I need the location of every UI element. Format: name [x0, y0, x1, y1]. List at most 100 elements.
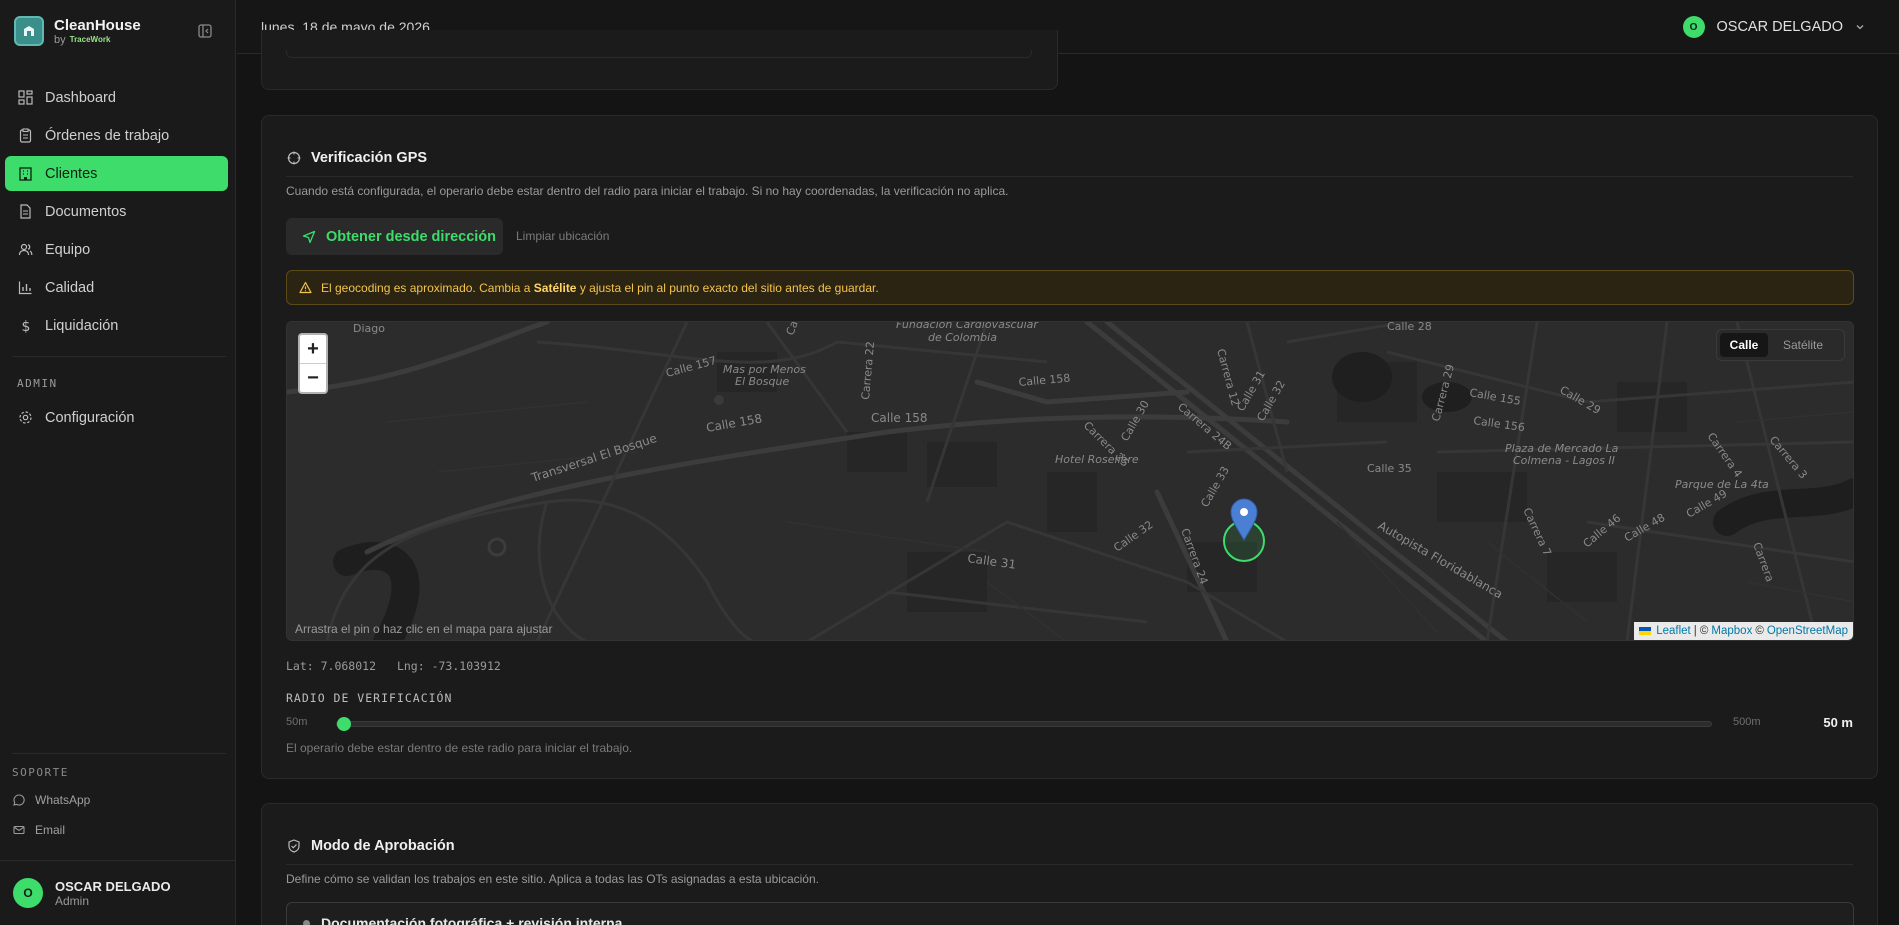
location-map[interactable]: Fundación Cardiovascular de Colombia Mas… [286, 321, 1854, 641]
user-name: OSCAR DELGADO [1716, 19, 1844, 35]
dashboard-icon [17, 90, 33, 106]
chevron-down-icon [1856, 25, 1864, 30]
user-role: Admin [55, 893, 90, 908]
nav-item-clientes[interactable]: Clientes [5, 156, 228, 191]
avatar: O [1682, 16, 1705, 38]
warning-icon [299, 281, 313, 295]
nav-label: Calidad [45, 279, 95, 296]
nav-label: Órdenes de trabajo [45, 127, 170, 144]
attrib-sep: © [1755, 625, 1764, 637]
support-section: SOPORTE WhatsApp Email [12, 766, 90, 851]
card-divider [286, 864, 1853, 865]
mapbox-link[interactable]: Mapbox [1711, 625, 1752, 637]
leaflet-link[interactable]: Leaflet [1656, 625, 1691, 637]
brand[interactable]: CleanHouse by TraceWork [14, 14, 224, 48]
radius-slider-thumb[interactable] [337, 717, 351, 731]
support-divider [12, 753, 226, 754]
approval-option[interactable]: Documentación fotográfica + revisión int… [286, 902, 1854, 925]
layer-street-option[interactable]: Calle [1720, 333, 1768, 357]
nav-divider [12, 356, 226, 357]
gear-icon [17, 410, 33, 426]
brand-name: CleanHouse [54, 16, 141, 34]
user-name: OSCAR DELGADO [55, 878, 171, 894]
nav-label: Configuración [45, 409, 135, 426]
radius-value: 50 m [1823, 715, 1853, 730]
approval-title: Modo de Aprobación [311, 838, 455, 854]
nav-item-calidad[interactable]: Calidad [5, 270, 228, 305]
avatar: O [13, 878, 43, 908]
alert-text-2: y ajusta el pin al punto exacto del siti… [576, 280, 879, 295]
nav-item-dashboard[interactable]: Dashboard [5, 80, 228, 115]
alert-text-bold: Satélite [533, 280, 577, 295]
support-email-link[interactable]: Email [12, 821, 90, 839]
brand-by-label: by [54, 33, 66, 46]
previous-card-field [286, 50, 1032, 58]
nav-label: Equipo [45, 241, 91, 258]
zoom-in-button[interactable]: + [300, 335, 326, 364]
user-menu[interactable]: O OSCAR DELGADO [1682, 16, 1866, 38]
map-layer-toggle: Calle Satélite [1716, 329, 1845, 361]
document-icon [17, 204, 33, 220]
nav-item-liquidacion[interactable]: $ Liquidación [5, 308, 228, 343]
attrib-sep: | © [1693, 625, 1709, 637]
navigation-arrow-icon [302, 230, 316, 244]
nav-label: Dashboard [45, 89, 116, 106]
nav-item-ordenes[interactable]: Órdenes de trabajo [5, 118, 228, 153]
support-title: SOPORTE [12, 766, 69, 779]
tracework-logo: TraceWork [69, 35, 111, 44]
alert-text-1: El geocoding es aproximado. Cambia a [321, 280, 534, 295]
building-icon [17, 166, 33, 182]
nav-item-configuracion[interactable]: Configuración [5, 400, 228, 435]
radius-title: RADIO DE VERIFICACIÓN [286, 691, 453, 705]
geo-button-label: Obtener desde dirección [326, 228, 497, 245]
coordinates-readout: Lat: 7.068012 Lng: -73.103912 [286, 659, 515, 673]
gps-title: Verificación GPS [311, 150, 428, 166]
support-label: Email [35, 823, 66, 837]
nav-label: Documentos [45, 203, 127, 220]
pin-overlay [1223, 498, 1265, 562]
svg-text:$: $ [21, 319, 30, 333]
map-attribution: Leaflet | © Mapbox © OpenStreetMap [1634, 622, 1853, 640]
longitude-value: Lng: -73.103912 [396, 659, 501, 673]
zoom-control: + − [298, 333, 328, 394]
main-nav: Dashboard Órdenes de trabajo Clientes Do… [5, 80, 228, 346]
ukraine-flag-icon [1639, 627, 1652, 635]
nav-label: Clientes [45, 165, 98, 182]
crosshair-icon [286, 151, 301, 166]
sidebar-collapse-icon[interactable] [196, 22, 214, 40]
get-from-address-button[interactable]: Obtener desde dirección [286, 218, 503, 255]
gps-description: Cuando está configurada, el operario deb… [286, 184, 1009, 198]
latitude-value: Lat: 7.068012 [286, 659, 377, 673]
support-label: WhatsApp [35, 793, 91, 807]
nav-label: Liquidación [45, 317, 119, 334]
osm-link[interactable]: OpenStreetMap [1767, 625, 1848, 637]
clear-location-button[interactable]: Limpiar ubicación [516, 229, 609, 243]
users-icon [17, 242, 33, 258]
bar-chart-icon [17, 280, 33, 296]
radius-slider[interactable] [336, 717, 1712, 731]
gps-verification-card: Verificación GPS Cuando está configurada… [261, 115, 1878, 779]
chat-icon [12, 793, 26, 807]
admin-section-title: ADMIN [17, 377, 58, 390]
nav-item-equipo[interactable]: Equipo [5, 232, 228, 267]
approval-description: Define cómo se validan los trabajos en e… [286, 872, 819, 886]
geocoding-warning: El geocoding es aproximado. Cambia a Sat… [286, 270, 1854, 305]
approval-option-label: Documentación fotográfica + revisión int… [321, 915, 623, 925]
clipboard-icon [17, 128, 33, 144]
cleanhouse-logo-icon [14, 16, 44, 46]
mail-icon [12, 823, 26, 837]
radio-dot-icon [303, 920, 310, 925]
dollar-icon: $ [17, 318, 33, 334]
zoom-out-button[interactable]: − [300, 364, 326, 393]
card-divider [286, 176, 1853, 177]
sidebar-user-card[interactable]: O OSCAR DELGADO Admin [0, 860, 236, 925]
radius-help: El operario debe estar dentro de este ra… [286, 741, 633, 755]
sidebar: CleanHouse by TraceWork Dashboard Órdene… [0, 0, 236, 925]
support-whatsapp-link[interactable]: WhatsApp [12, 791, 90, 809]
shield-check-icon [286, 839, 301, 854]
layer-satellite-option[interactable]: Satélite [1768, 333, 1838, 357]
radius-max-label: 500m [1733, 716, 1761, 728]
previous-card [261, 30, 1058, 90]
nav-item-documentos[interactable]: Documentos [5, 194, 228, 229]
map-hint: Arrastra el pin o haz clic en el mapa pa… [295, 622, 553, 636]
